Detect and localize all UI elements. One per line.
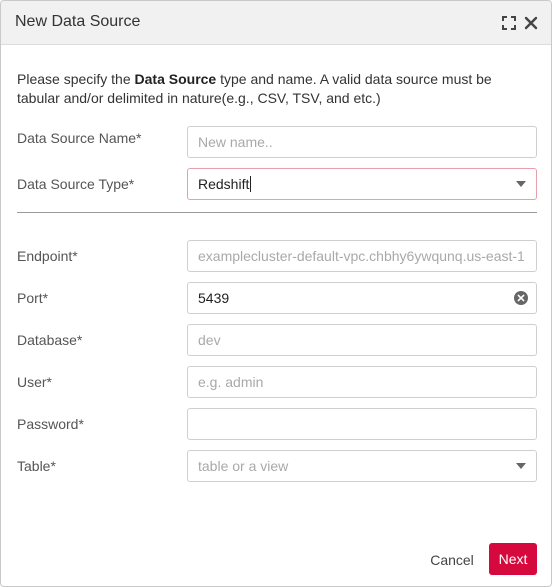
data-source-type-select[interactable]: Redshift: [187, 168, 537, 200]
new-data-source-dialog: New Data Source Please specify the Data …: [0, 0, 552, 587]
next-button[interactable]: Next: [489, 543, 537, 575]
endpoint-label: Endpoint*: [17, 248, 78, 264]
cancel-button[interactable]: Cancel: [421, 546, 483, 574]
table-label: Table*: [17, 458, 56, 474]
intro-text: Please specify the Data Source type and …: [17, 71, 492, 106]
section-divider: [17, 212, 537, 213]
data-source-name-label: Data Source Name*: [17, 130, 142, 146]
port-value: 5439: [198, 290, 230, 306]
text-cursor: [250, 176, 252, 192]
close-icon[interactable]: [523, 15, 539, 31]
dialog-title: New Data Source: [15, 13, 141, 30]
password-label: Password*: [17, 416, 84, 432]
data-source-name-placeholder: New name..: [198, 134, 273, 150]
chevron-down-icon[interactable]: [516, 463, 526, 469]
endpoint-placeholder: examplecluster-default-vpc.chbhy6ywqunq.…: [198, 248, 525, 264]
chevron-down-icon[interactable]: [516, 181, 526, 187]
user-placeholder: e.g. admin: [198, 374, 264, 390]
database-label: Database*: [17, 332, 83, 348]
data-source-type-value: Redshift: [198, 176, 250, 192]
user-input[interactable]: e.g. admin: [187, 366, 537, 398]
database-placeholder: dev: [198, 332, 221, 348]
table-placeholder: table or a view: [198, 458, 289, 474]
data-source-name-input[interactable]: New name..: [187, 126, 537, 158]
endpoint-input[interactable]: examplecluster-default-vpc.chbhy6ywqunq.…: [187, 240, 537, 272]
port-label: Port*: [17, 290, 49, 306]
clear-icon[interactable]: [514, 291, 528, 305]
maximize-icon[interactable]: [501, 15, 517, 31]
port-input[interactable]: 5439: [187, 282, 537, 314]
table-select[interactable]: table or a view: [187, 450, 537, 482]
data-source-type-label: Data Source Type*: [17, 176, 135, 192]
password-input[interactable]: [187, 408, 537, 440]
intro-bold: Data Source: [134, 71, 217, 87]
dialog-titlebar: New Data Source: [1, 1, 551, 45]
database-input[interactable]: dev: [187, 324, 537, 356]
user-label: User*: [17, 374, 53, 390]
